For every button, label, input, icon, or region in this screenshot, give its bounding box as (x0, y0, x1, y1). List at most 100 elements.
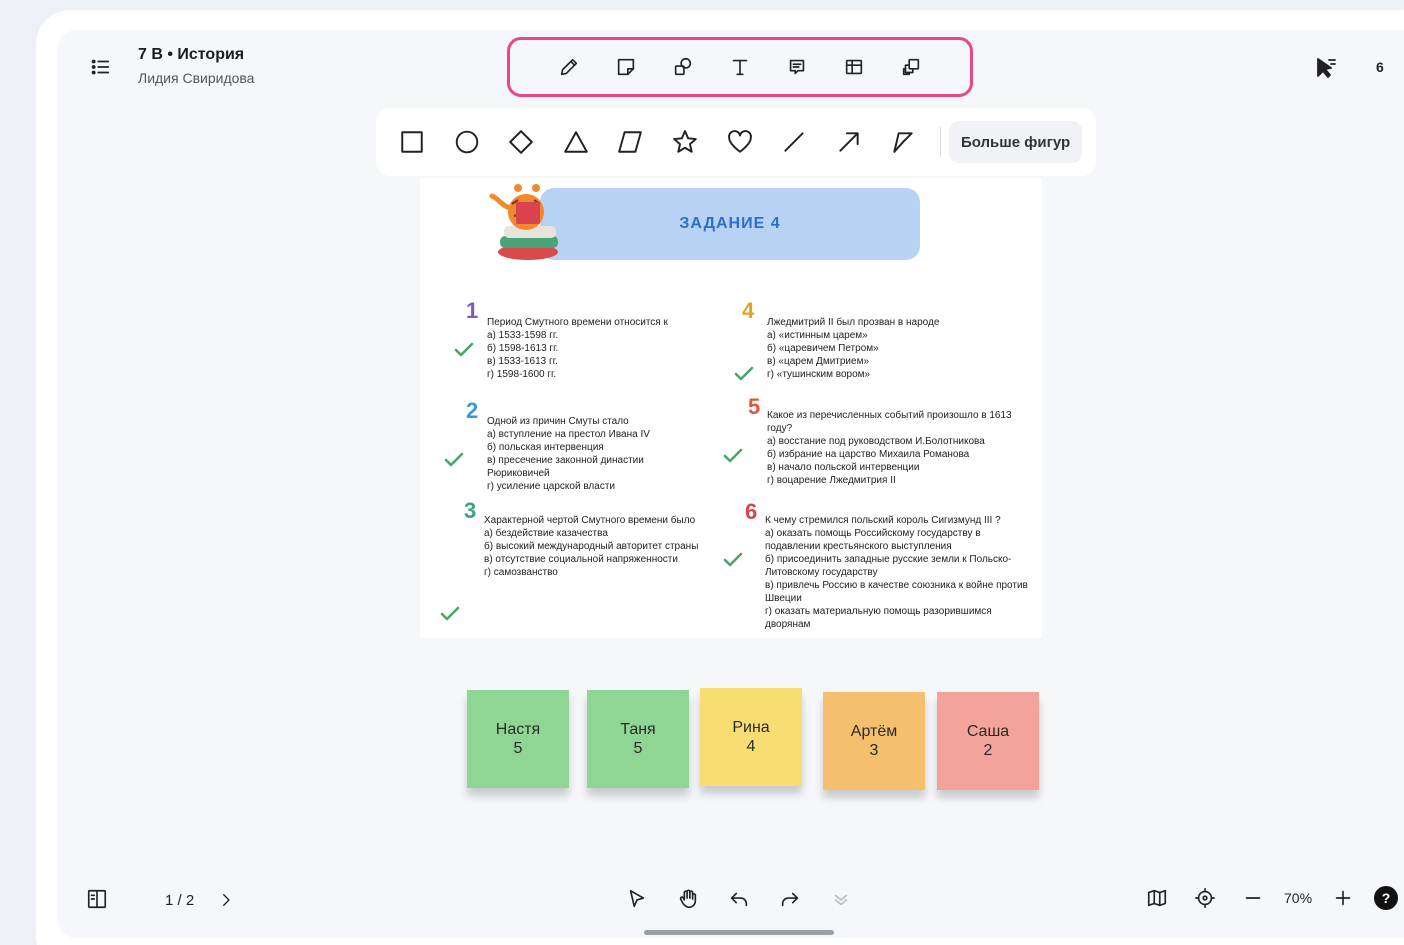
answer-option: а) 1533-1598 гг. (487, 330, 559, 341)
answer-option: б) присоединить западные русские земли к… (765, 554, 1012, 578)
connector-icon[interactable] (885, 124, 921, 160)
triangle-icon[interactable] (558, 124, 594, 160)
text-icon[interactable] (723, 50, 758, 85)
answer-option: а) восстание под руководством И.Болотник… (767, 436, 985, 447)
answer-option: а) «истинным царем» (767, 330, 868, 341)
map-icon[interactable] (1140, 881, 1174, 915)
sticky-score: 5 (633, 740, 643, 757)
circle-icon[interactable] (449, 124, 485, 160)
board-owner: Лидия Свиридова (138, 70, 255, 86)
answer-option: г) «тушинским вором» (767, 369, 871, 380)
answer-option: г) усиление царской власти (487, 481, 615, 492)
sticky-note-icon[interactable] (609, 50, 644, 85)
checkmark-icon (440, 606, 460, 622)
zoom-out-icon[interactable] (1236, 881, 1270, 915)
cursor-follow-icon[interactable] (1312, 54, 1340, 82)
question-3: Характерной чертой Смутного времени было… (484, 514, 706, 579)
sticky-name: Рина (732, 719, 770, 736)
sticky-note-rina[interactable]: Рина 4 (700, 688, 802, 786)
pagination: 1 / 2 (165, 890, 236, 910)
list-menu-icon[interactable] (88, 54, 114, 80)
select-cursor-icon[interactable] (619, 881, 655, 917)
checkmark-icon (723, 552, 743, 568)
question-2: Одной из причин Смуты стало а) вступлени… (487, 415, 687, 493)
answer-option: б) 1598-1613 гг. (487, 343, 559, 354)
templates-icon[interactable] (894, 50, 929, 85)
question-number: 5 (748, 394, 761, 419)
answer-option: в) «царем Дмитрием» (767, 356, 870, 367)
task-banner: ЗАДАНИЕ 4 (540, 188, 920, 260)
chevron-right-icon[interactable] (216, 890, 236, 910)
sticky-name: Саша (966, 723, 1010, 740)
answer-option: в) отсутствие социальной напряженности (484, 554, 678, 565)
checkmark-icon (454, 342, 474, 358)
parallelogram-icon[interactable] (612, 124, 648, 160)
page-indicator: 1 / 2 (165, 891, 195, 909)
more-shapes-button[interactable]: Больше фигур (948, 121, 1083, 163)
checkmark-icon (723, 448, 743, 464)
shapes-panel: Больше фигур (376, 108, 1096, 176)
sticky-name: Настя (495, 721, 541, 738)
square-icon[interactable] (394, 124, 430, 160)
answer-option: в) начало польской интервенции (767, 462, 920, 473)
redo-icon[interactable] (772, 881, 808, 917)
question-number: 1 (466, 298, 479, 323)
participants-count[interactable]: 6 (1376, 59, 1384, 75)
home-indicator (644, 930, 834, 935)
answer-option: г) воцарение Лжедмитрия II (767, 475, 896, 486)
answer-option: г) 1598-1600 гг. (487, 369, 557, 380)
answer-option: г) самозванство (484, 567, 558, 578)
question-number: 2 (466, 398, 479, 423)
zoom-level: 70% (1284, 890, 1313, 906)
collapse-chevrons-icon[interactable] (823, 881, 859, 917)
tiger-reading-icon (489, 184, 558, 260)
pencil-icon[interactable] (552, 50, 587, 85)
main-toolbar (507, 37, 973, 97)
shapes-separator (939, 127, 941, 157)
undo-icon[interactable] (721, 881, 757, 917)
question-1: Период Смутного времени относится к а) 1… (487, 316, 707, 381)
hand-pan-icon[interactable] (670, 881, 706, 917)
question-text: Лжедмитрий II был прозван в народе (767, 317, 940, 328)
checkmark-icon (734, 366, 754, 382)
question-number: 3 (464, 498, 477, 523)
answer-option: б) польская интервенция (487, 442, 604, 453)
answer-option: б) «царевичем Петром» (767, 343, 879, 354)
answer-option: б) избрание на царство Михаила Романова (767, 449, 970, 460)
question-text: Характерной чертой Смутного времени было (484, 515, 696, 526)
crosshair-icon[interactable] (1188, 881, 1222, 915)
view-controls: 70% ? (1140, 878, 1399, 918)
answer-option: а) оказать помощь Российскому государств… (765, 528, 981, 552)
help-icon[interactable]: ? (1374, 886, 1399, 910)
bottom-toolbar (612, 872, 866, 926)
sticky-score: 5 (513, 740, 523, 757)
arrow-icon[interactable] (831, 124, 867, 160)
sticky-score: 2 (983, 742, 993, 759)
diamond-icon[interactable] (503, 124, 539, 160)
question-text: К чему стремился польский король Сигизму… (765, 515, 1001, 526)
sticky-name: Таня (620, 721, 656, 738)
sticky-note-tanya[interactable]: Таня 5 (587, 690, 689, 788)
sticky-note-nastya[interactable]: Настя 5 (467, 690, 569, 788)
checkmark-icon (444, 452, 464, 468)
comment-icon[interactable] (780, 50, 815, 85)
shapes-icon[interactable] (666, 50, 701, 85)
sticky-note-artyom[interactable]: Артём 3 (823, 692, 925, 790)
answer-option: в) привлечь Россию в качестве союзника к… (765, 580, 1028, 604)
heart-icon[interactable] (722, 124, 758, 160)
question-4: Лжедмитрий II был прозван в народе а) «и… (767, 316, 997, 381)
question-text: Одной из причин Смуты стало (487, 416, 629, 427)
star-icon[interactable] (667, 124, 703, 160)
pages-panel-icon[interactable] (84, 886, 110, 912)
question-6: К чему стремился польский король Сигизму… (765, 514, 1037, 631)
sticky-score: 3 (869, 742, 879, 759)
answer-option: г) оказать материальную помощь разоривши… (765, 606, 992, 630)
line-icon[interactable] (776, 124, 812, 160)
question-text: Какое из перечисленных событий произошло… (767, 410, 1012, 434)
zoom-in-icon[interactable] (1326, 881, 1360, 915)
answer-option: а) вступление на престол Ивана IV (487, 429, 650, 440)
sticky-note-sasha[interactable]: Саша 2 (937, 692, 1039, 790)
table-icon[interactable] (837, 50, 872, 85)
question-text: Период Смутного времени относится к (487, 317, 668, 328)
answer-option: в) пресечение законной династии Рюрикови… (487, 455, 644, 479)
